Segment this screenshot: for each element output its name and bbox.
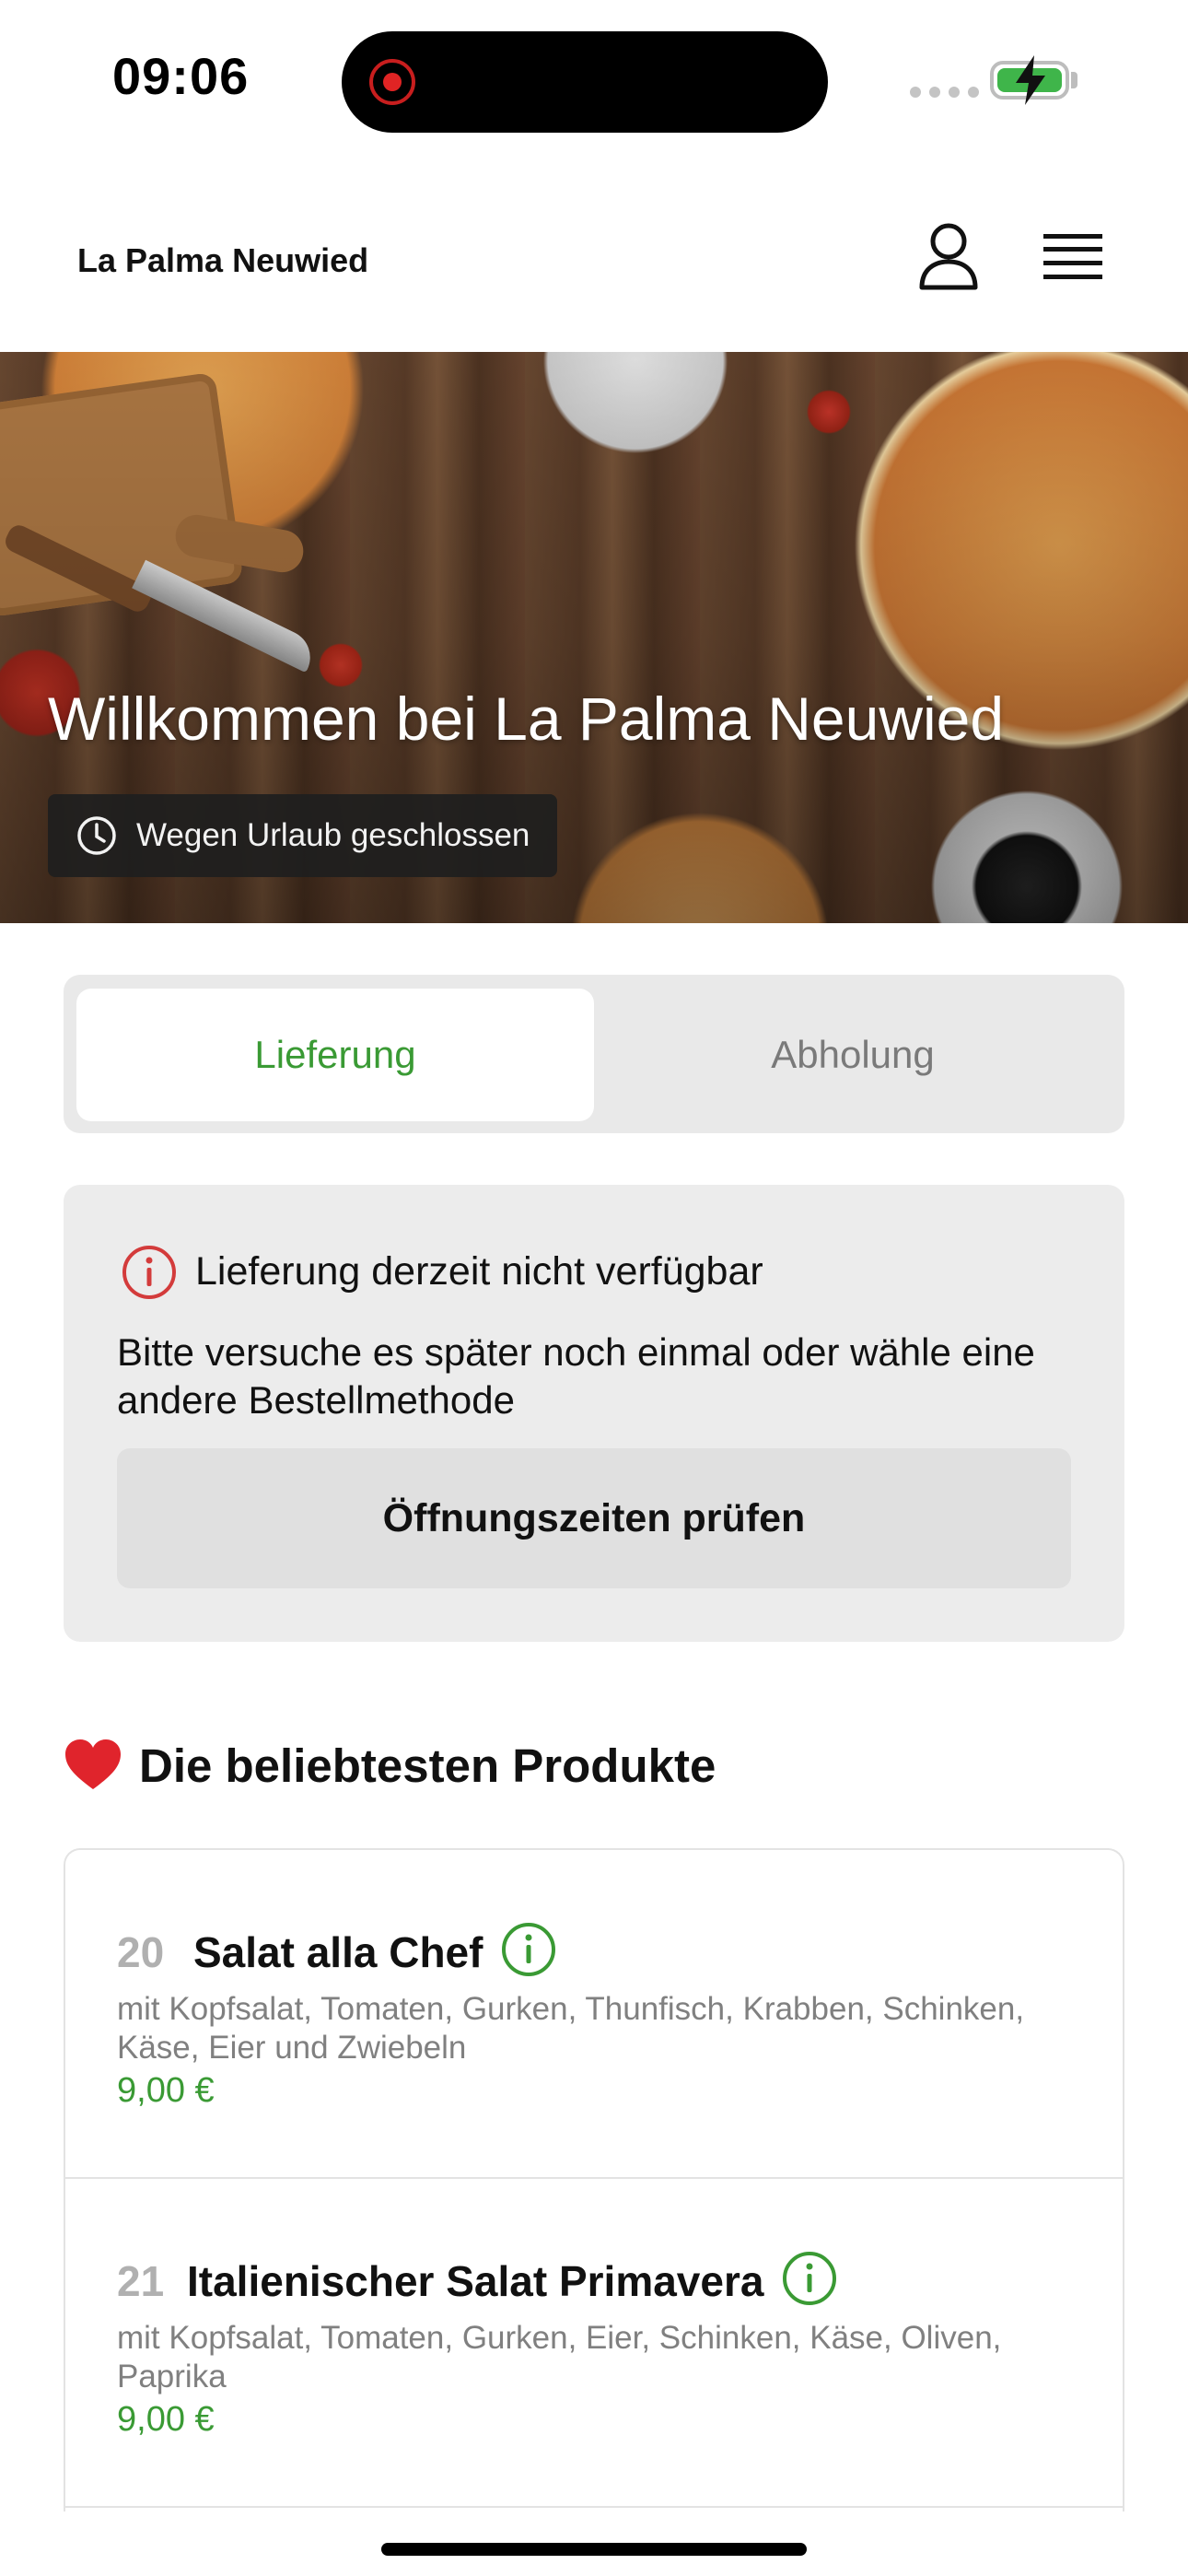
dynamic-island <box>342 31 828 133</box>
product-price: 9,00 € <box>117 2400 215 2439</box>
info-icon[interactable] <box>501 1922 556 1977</box>
order-mode-toggle: Lieferung Abholung <box>64 975 1124 1133</box>
hero-background-image <box>0 371 244 618</box>
product-number: 20 <box>117 1928 165 1976</box>
product-description: mit Kopfsalat, Tomaten, Gurken, Thunfisc… <box>117 1991 1025 2066</box>
hero-decoration <box>132 559 320 673</box>
hero-decoration <box>2 521 155 615</box>
tab-delivery[interactable]: Lieferung <box>76 989 594 1121</box>
restaurant-name[interactable]: La Palma Neuwied <box>77 241 368 280</box>
menu-icon[interactable] <box>1043 232 1102 282</box>
product-description: mit Kopfsalat, Tomaten, Gurken, Eier, Sc… <box>117 2320 1002 2395</box>
app-header: La Palma Neuwied <box>0 184 1188 352</box>
product-item[interactable]: 21 Italienischer Salat Primavera mit Kop… <box>65 2179 1123 2508</box>
product-price: 9,00 € <box>117 2071 215 2110</box>
home-indicator[interactable] <box>381 2543 807 2556</box>
battery-cap <box>1071 72 1077 88</box>
product-list: 20 Salat alla Chef mit Kopfsalat, Tomate… <box>64 1848 1124 2512</box>
hero-decoration <box>172 511 307 576</box>
welcome-title: Willkommen bei La Palma Neuwied <box>48 685 1005 753</box>
product-item[interactable]: 20 Salat alla Chef mit Kopfsalat, Tomate… <box>65 1850 1123 2179</box>
product-name: Salat alla Chef <box>193 1928 483 1976</box>
notice-title: Lieferung derzeit nicht verfügbar <box>195 1249 763 1294</box>
hero-banner: Willkommen bei La Palma Neuwied Wegen Ur… <box>0 352 1188 923</box>
status-badge: Wegen Urlaub geschlossen <box>48 794 558 877</box>
info-icon[interactable] <box>782 2251 837 2306</box>
product-number: 21 <box>117 2257 165 2305</box>
clock-icon <box>77 816 116 855</box>
check-opening-hours-button[interactable]: Öffnungszeiten prüfen <box>117 1448 1071 1588</box>
tab-pickup[interactable]: Abholung <box>594 989 1112 1121</box>
user-icon[interactable] <box>917 221 980 291</box>
section-title: Die beliebtesten Produkte <box>139 1739 716 1792</box>
charging-bolt-icon <box>1016 55 1045 105</box>
status-badge-label: Wegen Urlaub geschlossen <box>136 817 530 853</box>
heart-icon <box>65 1739 121 1789</box>
signal-icon <box>910 87 979 98</box>
popular-products-heading: Die beliebtesten Produkte <box>64 1738 716 1793</box>
record-icon <box>369 59 415 105</box>
product-name: Italienischer Salat Primavera <box>187 2257 764 2305</box>
delivery-unavailable-notice: Lieferung derzeit nicht verfügbar Bitte … <box>64 1185 1124 1642</box>
status-bar: 09:06 <box>0 0 1188 157</box>
status-time: 09:06 <box>112 47 250 105</box>
info-icon <box>122 1246 176 1299</box>
notice-text: Bitte versuche es später noch einmal ode… <box>117 1330 1035 1422</box>
